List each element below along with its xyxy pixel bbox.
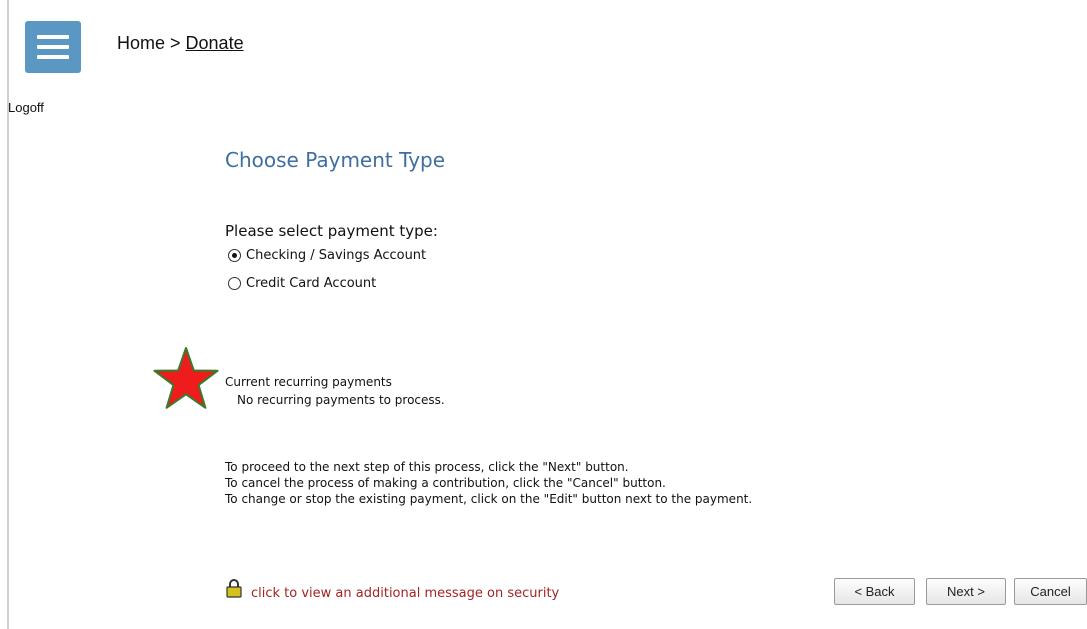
cancel-button[interactable]: Cancel	[1014, 578, 1087, 605]
back-button[interactable]: < Back	[834, 578, 915, 605]
instruction-next: To proceed to the next step of this proc…	[225, 460, 629, 474]
payment-type-prompt: Please select payment type:	[225, 222, 438, 240]
next-button[interactable]: Next >	[926, 578, 1006, 605]
payment-option-label: Credit Card Account	[246, 276, 377, 291]
left-border-rule	[7, 0, 9, 629]
breadcrumb-home[interactable]: Home	[117, 33, 165, 53]
padlock-icon	[226, 579, 242, 598]
instruction-cancel: To cancel the process of making a contri…	[225, 476, 666, 490]
recurring-payments-empty: No recurring payments to process.	[237, 393, 445, 407]
recurring-payments-heading: Current recurring payments	[225, 375, 392, 389]
page-title: Choose Payment Type	[225, 148, 446, 172]
breadcrumb-donate-link[interactable]: Donate	[186, 33, 244, 53]
radio-credit-card[interactable]	[228, 277, 241, 290]
radio-checking-savings[interactable]	[228, 249, 241, 262]
payment-option-label: Checking / Savings Account	[246, 248, 427, 263]
breadcrumb-separator: >	[165, 33, 186, 53]
payment-option-credit-card[interactable]: Credit Card Account	[228, 276, 376, 291]
security-message-link[interactable]: click to view an additional message on s…	[251, 586, 559, 601]
logoff-link[interactable]: Logoff	[8, 100, 44, 115]
breadcrumb: Home > Donate	[117, 33, 244, 54]
red-star-icon	[153, 347, 219, 409]
payment-option-checking[interactable]: Checking / Savings Account	[228, 248, 426, 263]
instruction-edit: To change or stop the existing payment, …	[225, 492, 753, 506]
hamburger-menu-button[interactable]	[25, 21, 81, 73]
